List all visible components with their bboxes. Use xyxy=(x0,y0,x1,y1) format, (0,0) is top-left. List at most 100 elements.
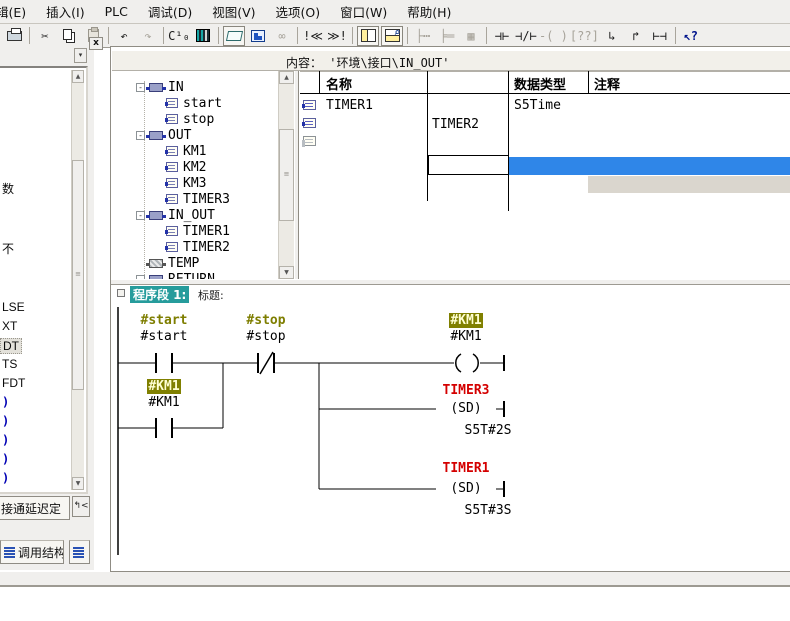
operand-label[interactable]: #start xyxy=(124,329,204,344)
symbol-label[interactable]: #KM1 xyxy=(426,313,506,328)
collapse-icon[interactable]: - xyxy=(136,131,145,140)
sd-coil[interactable]: (SD) xyxy=(436,481,496,496)
tab-call-structure[interactable]: 调用结构 xyxy=(0,540,64,564)
comment-toggle-button[interactable] xyxy=(223,26,245,46)
catalog-item[interactable]: ) xyxy=(2,452,9,466)
close-branch-button[interactable]: ↱ xyxy=(625,26,647,46)
close-icon[interactable]: x xyxy=(89,37,103,50)
cell-name[interactable]: TIMER1 xyxy=(326,97,424,113)
catalog-list: ▲ ≡ ▼ 数不 LSE XT DT TS FDT))))) xyxy=(0,66,88,494)
glasses-monitor-button[interactable]: ∞ xyxy=(271,26,293,46)
menu-item[interactable]: 调试(D) xyxy=(138,0,202,24)
tree-item-km3[interactable]: KM3 xyxy=(166,175,206,191)
tree-item-km1[interactable]: KM1 xyxy=(166,143,206,159)
io-icon xyxy=(149,131,163,140)
scroll-up-icon[interactable]: ▲ xyxy=(279,71,294,84)
catalog-item[interactable]: ) xyxy=(2,395,9,409)
cell-name[interactable]: TIMER2 xyxy=(432,116,506,132)
tree-item-timer2[interactable]: TIMER2 xyxy=(166,239,230,255)
menu-item[interactable]: 帮助(H) xyxy=(397,0,461,24)
catalog-item[interactable]: ) xyxy=(2,433,9,447)
col-name[interactable]: 名称 xyxy=(326,74,352,93)
operand-label[interactable]: #stop xyxy=(226,329,306,344)
program-elements-button[interactable]: ╞═ xyxy=(436,26,458,46)
contact-no-button[interactable]: ⊣⊢ xyxy=(491,26,513,46)
timer-name[interactable]: TIMER1 xyxy=(426,461,506,476)
catalog-scrollbar[interactable]: ▲ ≡ ▼ xyxy=(71,70,84,490)
address-counter-button[interactable]: C¹₀ xyxy=(168,26,190,46)
tree-item-start[interactable]: start xyxy=(166,95,222,111)
scroll-down-icon[interactable]: ▼ xyxy=(72,477,84,490)
chevron-down-icon[interactable]: ▾ xyxy=(74,48,87,63)
step7-editor-window: 辑(E)插入(I)PLC调试(D)视图(V)选项(O)窗口(W)帮助(H) ✂ ↶… xyxy=(0,0,790,621)
symbol-info-button[interactable] xyxy=(192,26,214,46)
menu-item[interactable]: 辑(E) xyxy=(0,0,36,24)
new-network-button[interactable]: ├┅ xyxy=(412,26,434,46)
prev-error-button[interactable]: !≪ xyxy=(302,26,324,46)
tree-item-out[interactable]: -OUT xyxy=(136,127,191,143)
coil-button[interactable]: -( ) xyxy=(539,26,568,46)
name-edit-box[interactable] xyxy=(428,155,509,175)
symbol-label[interactable]: #stop xyxy=(226,313,306,328)
symbol-label[interactable]: #KM1 xyxy=(124,379,204,394)
symbol-dots-button[interactable]: ▦ xyxy=(460,26,482,46)
tree-scrollbar[interactable]: ▲ ≡ ▼ xyxy=(278,71,294,279)
network-monitor-button[interactable] xyxy=(247,26,269,46)
collapse-icon[interactable]: - xyxy=(136,211,145,220)
next-error-button[interactable]: ≫! xyxy=(326,26,348,46)
catalog-item[interactable]: XT xyxy=(2,319,17,333)
arrange-button[interactable]: ↰< xyxy=(72,496,90,517)
catalog-item[interactable]: ) xyxy=(2,414,9,428)
undo-button[interactable]: ↶ xyxy=(113,26,135,46)
sd-coil[interactable]: (SD) xyxy=(436,401,496,416)
tree-item-km2[interactable]: KM2 xyxy=(166,159,206,175)
catalog-item[interactable]: DT xyxy=(0,338,22,354)
collapse-icon[interactable]: - xyxy=(136,83,145,92)
menu-item[interactable]: 视图(V) xyxy=(202,0,265,24)
open-branch-button[interactable]: ↳ xyxy=(601,26,623,46)
menu-item[interactable]: 选项(O) xyxy=(266,0,331,24)
symbol-label[interactable]: #start xyxy=(124,313,204,328)
menu-item[interactable]: PLC xyxy=(95,1,138,22)
print-button[interactable] xyxy=(3,26,25,46)
scroll-down-icon[interactable]: ▼ xyxy=(279,266,294,279)
redo-button[interactable]: ↷ xyxy=(137,26,159,46)
t-branch-button[interactable]: ⊢⊣ xyxy=(649,26,671,46)
catalog-item[interactable]: LSE xyxy=(2,300,25,314)
tree-item-stop[interactable]: stop xyxy=(166,111,214,127)
col-type[interactable]: 数据类型 xyxy=(514,74,566,93)
catalog-item[interactable]: FDT xyxy=(2,376,25,390)
copy-button[interactable] xyxy=(58,26,80,46)
catalog-item[interactable]: TS xyxy=(2,357,17,371)
tree-item-in_out[interactable]: -IN_OUT xyxy=(136,207,215,223)
tree-item-temp[interactable]: TEMP xyxy=(149,255,199,271)
timer-name[interactable]: TIMER3 xyxy=(426,383,506,398)
help-select-button[interactable]: ↖? xyxy=(680,26,702,46)
operand-label[interactable]: #KM1 xyxy=(426,329,506,344)
cell-type[interactable]: S5Time xyxy=(514,116,586,132)
scrollbar-thumb[interactable]: ≡ xyxy=(72,160,84,390)
operand-label[interactable]: #KM1 xyxy=(124,395,204,410)
catalog-item[interactable]: 不 xyxy=(2,240,14,257)
tab-elements[interactable] xyxy=(69,540,90,564)
cut-button[interactable]: ✂ xyxy=(34,26,56,46)
vertical-splitter[interactable] xyxy=(294,71,299,279)
cell-type[interactable]: S5Time xyxy=(514,97,586,113)
tree-item-in[interactable]: -IN xyxy=(136,79,184,95)
timer-value[interactable]: S5T#2S xyxy=(448,423,528,438)
empty-box-button[interactable]: [??] xyxy=(570,26,599,46)
tree-item-timer3[interactable]: TIMER3 xyxy=(166,191,230,207)
tree-item-timer1[interactable]: TIMER1 xyxy=(166,223,230,239)
timer-value[interactable]: S5T#3S xyxy=(448,503,528,518)
contact-nc-button[interactable]: ⊣/⊢ xyxy=(515,26,537,46)
menu-item[interactable]: 窗口(W) xyxy=(330,0,397,24)
tree-item-return[interactable]: -RETURN xyxy=(136,271,215,279)
catalog-item[interactable]: ) xyxy=(2,471,9,485)
scrollbar-thumb[interactable]: ≡ xyxy=(279,129,294,221)
overview-toggle-button[interactable] xyxy=(357,26,379,46)
menu-item[interactable]: 插入(I) xyxy=(36,0,94,24)
detail-view-toggle-button[interactable] xyxy=(381,26,403,46)
col-comment[interactable]: 注释 xyxy=(594,74,620,93)
catalog-item[interactable]: 数 xyxy=(2,180,14,197)
scroll-up-icon[interactable]: ▲ xyxy=(72,70,84,83)
